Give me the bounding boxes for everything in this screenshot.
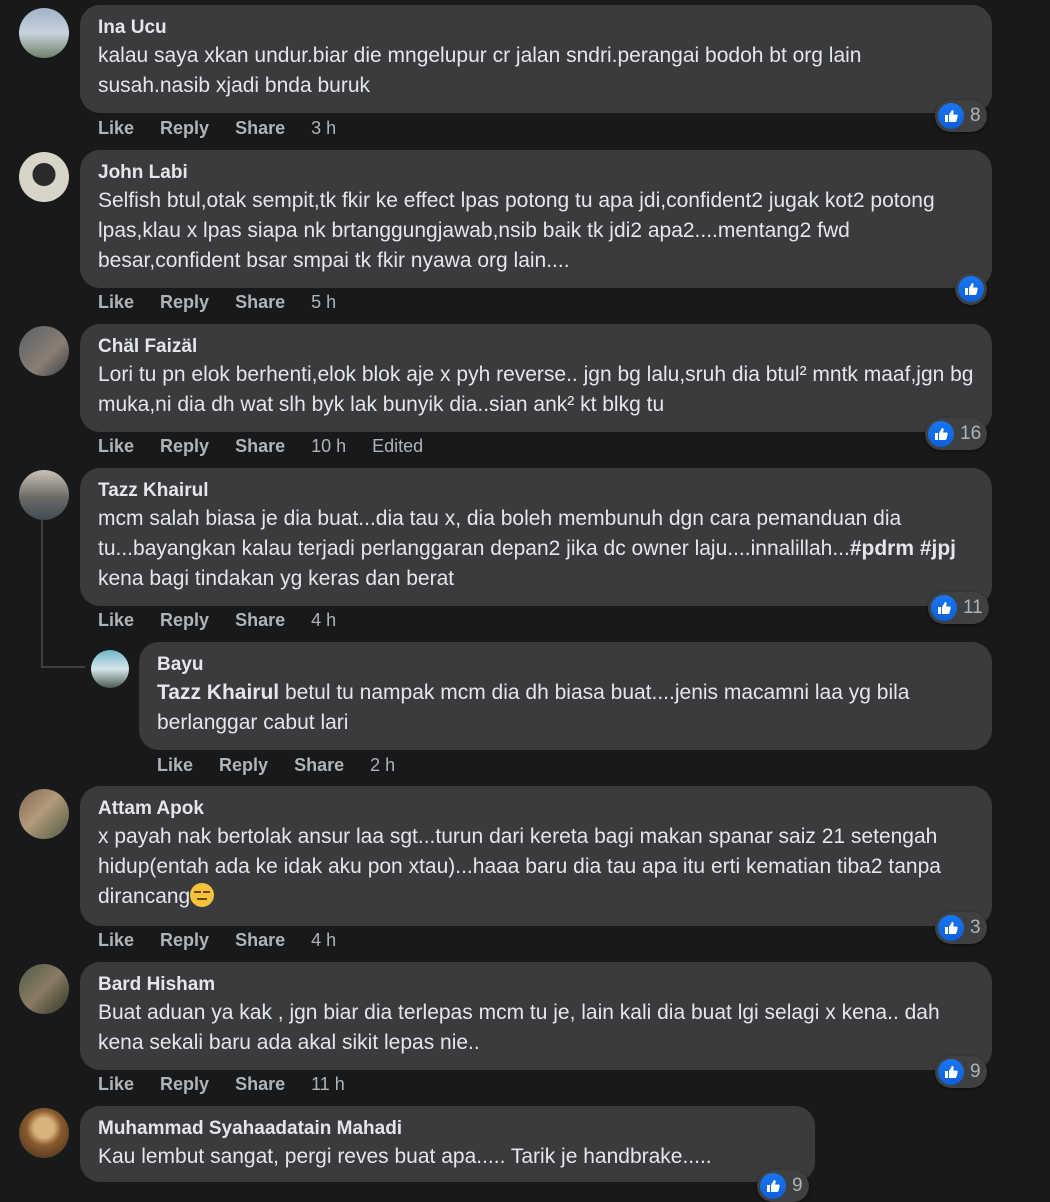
edited-label[interactable]: Edited bbox=[372, 436, 423, 457]
avatar[interactable] bbox=[19, 964, 69, 1014]
comment-bubble: Bard Hisham Buat aduan ya kak , jgn biar… bbox=[80, 962, 992, 1070]
reaction-summary[interactable]: 16 bbox=[925, 418, 988, 450]
comment-text-part: kena bagi tindakan yg keras dan berat bbox=[98, 567, 455, 590]
reaction-count: 11 bbox=[963, 597, 983, 618]
like-button[interactable]: Like bbox=[98, 610, 134, 631]
comment-text: Buat aduan ya kak , jgn biar dia terlepa… bbox=[98, 1001, 940, 1054]
reaction-count: 3 bbox=[970, 917, 981, 938]
comment-text-part: mcm salah biasa je dia buat...dia tau x,… bbox=[98, 507, 902, 560]
comment-author[interactable]: Ina Ucu bbox=[98, 15, 974, 41]
reply-thread-line bbox=[41, 520, 43, 668]
reaction-count: 8 bbox=[970, 105, 981, 126]
comment-text-part: x payah nak bertolak ansur laa sgt...tur… bbox=[98, 825, 941, 908]
reply-button[interactable]: Reply bbox=[160, 930, 209, 951]
reply-thread-elbow bbox=[41, 666, 85, 668]
comment-author[interactable]: Bayu bbox=[157, 652, 974, 678]
comment-text: Lori tu pn elok berhenti,elok blok aje x… bbox=[98, 363, 974, 416]
mention-link[interactable]: Tazz Khairul bbox=[157, 681, 279, 704]
avatar[interactable] bbox=[19, 1108, 69, 1158]
reaction-count: 9 bbox=[792, 1175, 803, 1196]
avatar[interactable] bbox=[19, 152, 69, 202]
reaction-summary[interactable]: 9 bbox=[935, 1056, 987, 1088]
comment-actions: Like Reply Share 4 h bbox=[98, 610, 362, 631]
comment-text: mcm salah biasa je dia buat...dia tau x,… bbox=[98, 504, 974, 594]
comment-actions: Like Reply Share 3 h bbox=[98, 118, 362, 139]
reply-button[interactable]: Reply bbox=[160, 118, 209, 139]
comment-bubble: Tazz Khairul mcm salah biasa je dia buat… bbox=[80, 468, 992, 606]
share-button[interactable]: Share bbox=[235, 1074, 285, 1095]
comment-text: Selfish btul,otak sempit,tk fkir ke effe… bbox=[98, 189, 935, 272]
comment-timestamp[interactable]: 5 h bbox=[311, 292, 336, 313]
comment-author[interactable]: Attam Apok bbox=[98, 796, 974, 822]
share-button[interactable]: Share bbox=[235, 436, 285, 457]
reaction-summary[interactable]: 9 bbox=[757, 1170, 809, 1202]
avatar[interactable] bbox=[91, 650, 129, 688]
reaction-summary[interactable]: 8 bbox=[935, 100, 987, 132]
comment-timestamp[interactable]: 2 h bbox=[370, 755, 395, 776]
like-button[interactable]: Like bbox=[98, 1074, 134, 1095]
comment-actions: Like Reply Share 4 h bbox=[98, 930, 362, 951]
reaction-summary[interactable] bbox=[955, 273, 987, 305]
reaction-count: 9 bbox=[970, 1061, 981, 1082]
avatar[interactable] bbox=[19, 789, 69, 839]
reaction-count: 16 bbox=[960, 423, 982, 444]
comment-bubble: John Labi Selfish btul,otak sempit,tk fk… bbox=[80, 150, 992, 288]
share-button[interactable]: Share bbox=[235, 118, 285, 139]
avatar[interactable] bbox=[19, 326, 69, 376]
comment-timestamp[interactable]: 4 h bbox=[311, 610, 336, 631]
share-button[interactable]: Share bbox=[294, 755, 344, 776]
comment-actions: Like Reply Share 5 h bbox=[98, 292, 362, 313]
hashtag-links[interactable]: #pdrm #jpj bbox=[850, 537, 956, 560]
comment-text: kalau saya xkan undur.biar die mngelupur… bbox=[98, 44, 862, 97]
share-button[interactable]: Share bbox=[235, 930, 285, 951]
thumbs-up-icon bbox=[760, 1173, 786, 1199]
comment-author[interactable]: Chäl Faizäl bbox=[98, 334, 974, 360]
comment-text: Kau lembut sangat, pergi reves buat apa.… bbox=[98, 1145, 712, 1168]
reply-button[interactable]: Reply bbox=[160, 1074, 209, 1095]
share-button[interactable]: Share bbox=[235, 610, 285, 631]
like-button[interactable]: Like bbox=[98, 292, 134, 313]
like-button[interactable]: Like bbox=[98, 930, 134, 951]
comment-author[interactable]: Muhammad Syahaadatain Mahadi bbox=[98, 1116, 797, 1142]
comment-author[interactable]: Tazz Khairul bbox=[98, 478, 974, 504]
comment-bubble: Ina Ucu kalau saya xkan undur.biar die m… bbox=[80, 5, 992, 113]
comment-bubble: Bayu Tazz Khairul betul tu nampak mcm di… bbox=[139, 642, 992, 750]
like-button[interactable]: Like bbox=[98, 118, 134, 139]
comment-author[interactable]: Bard Hisham bbox=[98, 972, 974, 998]
comment-text: Tazz Khairul betul tu nampak mcm dia dh … bbox=[157, 678, 974, 738]
thumbs-up-icon bbox=[938, 103, 964, 129]
avatar[interactable] bbox=[19, 470, 69, 520]
comment-timestamp[interactable]: 10 h bbox=[311, 436, 346, 457]
avatar[interactable] bbox=[19, 8, 69, 58]
thumbs-up-icon bbox=[938, 1059, 964, 1085]
reaction-summary[interactable]: 11 bbox=[928, 592, 989, 624]
comment-bubble: Attam Apok x payah nak bertolak ansur la… bbox=[80, 786, 992, 926]
comment-author[interactable]: John Labi bbox=[98, 160, 974, 186]
reaction-summary[interactable]: 3 bbox=[935, 912, 987, 944]
expressionless-face-icon bbox=[190, 883, 215, 907]
comment-actions: Like Reply Share 11 h bbox=[98, 1074, 371, 1095]
comment-timestamp[interactable]: 4 h bbox=[311, 930, 336, 951]
reply-button[interactable]: Reply bbox=[160, 610, 209, 631]
comment-actions: Like Reply Share 2 h bbox=[157, 755, 421, 776]
share-button[interactable]: Share bbox=[235, 292, 285, 313]
thumbs-up-icon bbox=[958, 276, 984, 302]
comment-timestamp[interactable]: 3 h bbox=[311, 118, 336, 139]
thumbs-up-icon bbox=[931, 595, 957, 621]
comment-bubble: Muhammad Syahaadatain Mahadi Kau lembut … bbox=[80, 1106, 815, 1182]
comment-timestamp[interactable]: 11 h bbox=[311, 1074, 345, 1095]
reply-button[interactable]: Reply bbox=[160, 436, 209, 457]
comment-bubble: Chäl Faizäl Lori tu pn elok berhenti,elo… bbox=[80, 324, 992, 432]
thumbs-up-icon bbox=[928, 421, 954, 447]
comment-text: x payah nak bertolak ansur laa sgt...tur… bbox=[98, 822, 974, 912]
comment-actions: Like Reply Share 10 h Edited bbox=[98, 436, 449, 457]
like-button[interactable]: Like bbox=[98, 436, 134, 457]
reply-button[interactable]: Reply bbox=[219, 755, 268, 776]
thumbs-up-icon bbox=[938, 915, 964, 941]
like-button[interactable]: Like bbox=[157, 755, 193, 776]
reply-button[interactable]: Reply bbox=[160, 292, 209, 313]
